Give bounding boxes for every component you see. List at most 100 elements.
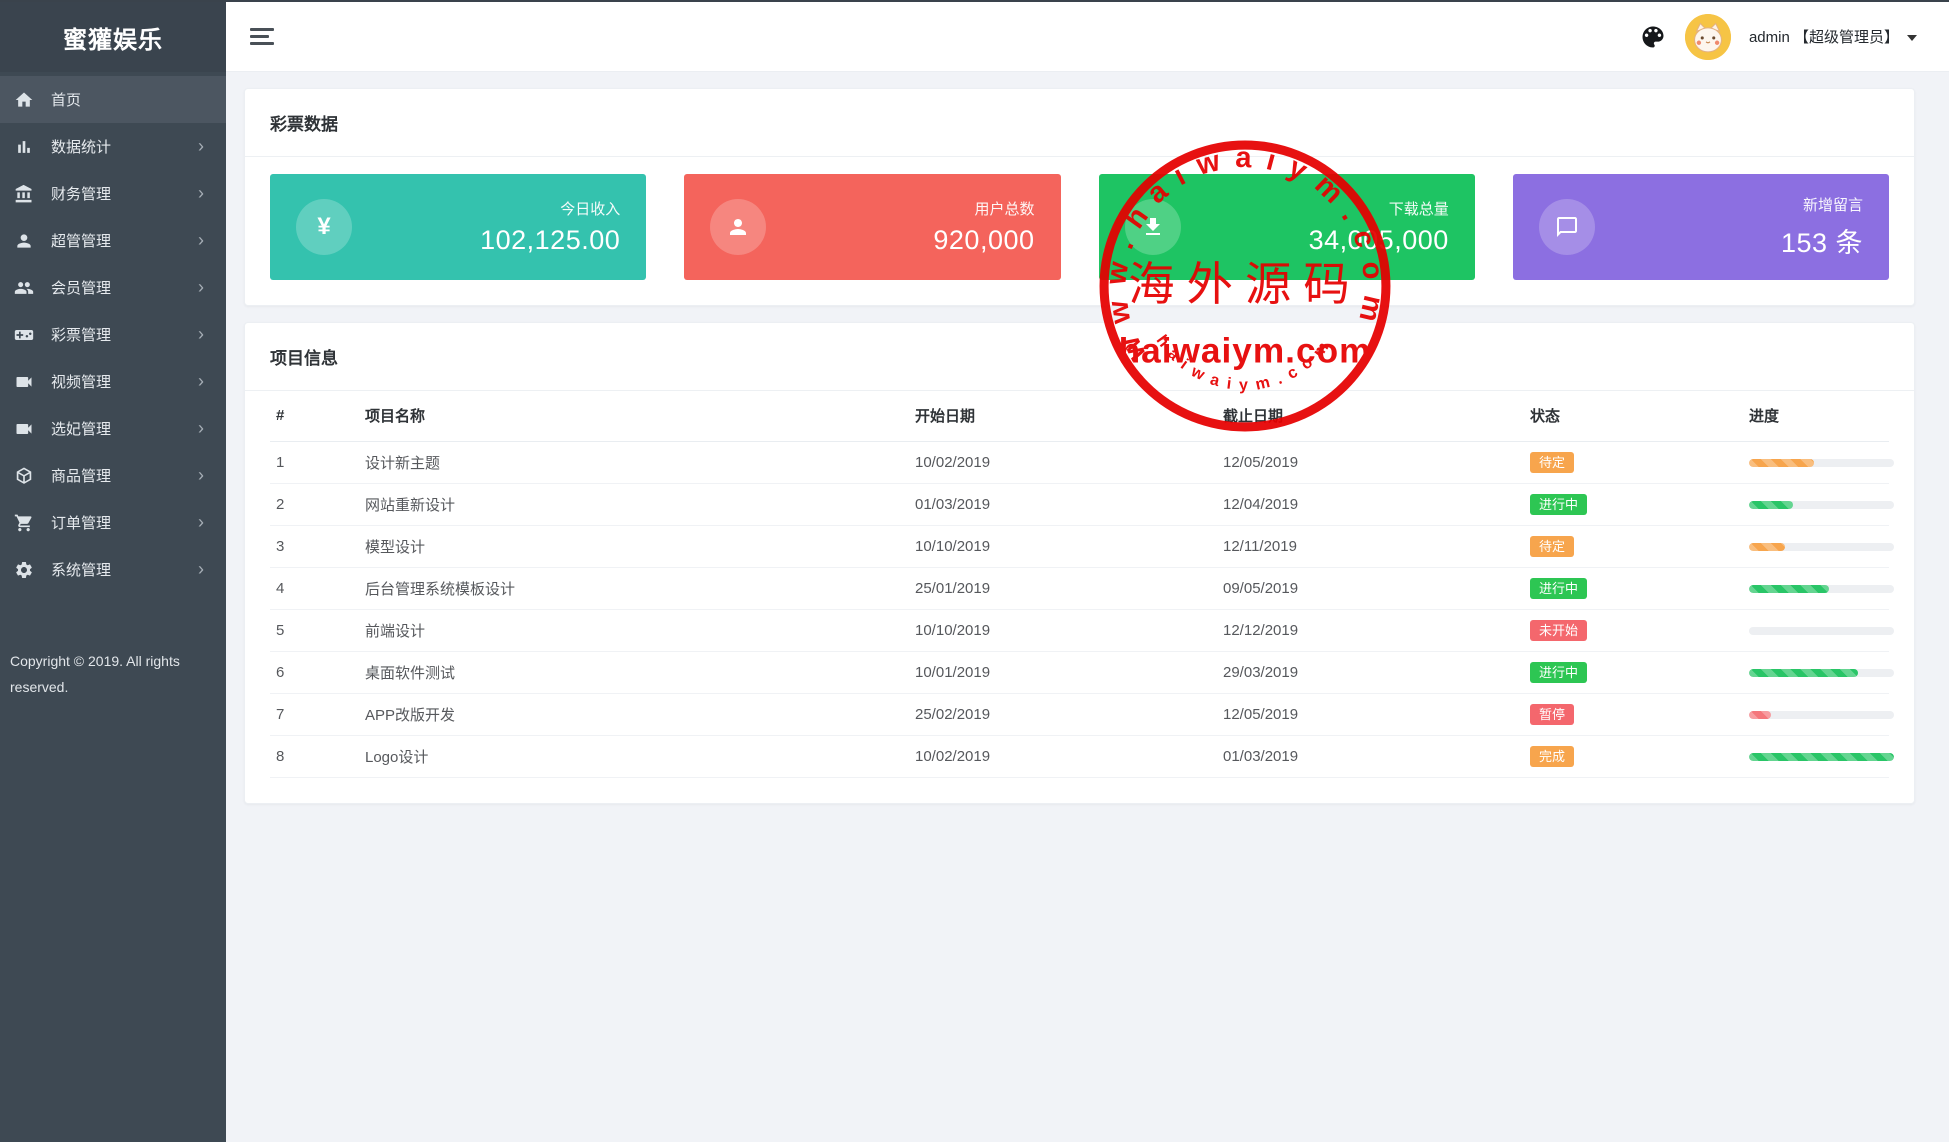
hamburger-menu-icon[interactable]	[250, 24, 276, 49]
sidebar-item-video[interactable]: 视频管理›	[0, 358, 226, 405]
sidebar-item-home[interactable]: 首页	[0, 76, 226, 123]
cell-status: 完成	[1530, 736, 1749, 778]
stat-card-text: 下载总量34,005,000	[1309, 198, 1449, 256]
cell-end: 12/11/2019	[1223, 526, 1530, 568]
table-header-row: #项目名称开始日期截止日期状态进度	[270, 391, 1889, 442]
column-header: #	[270, 391, 365, 442]
cell-name: 模型设计	[365, 526, 915, 568]
progress-bar	[1749, 459, 1814, 467]
cell-status: 进行中	[1530, 484, 1749, 526]
status-badge: 待定	[1530, 536, 1574, 557]
message-icon	[1555, 215, 1579, 239]
sidebar-item-orders[interactable]: 订单管理›	[0, 499, 226, 546]
sidebar-item-label: 系统管理	[51, 559, 198, 580]
progress-track	[1749, 753, 1894, 761]
theme-palette-icon[interactable]	[1639, 23, 1667, 51]
progress-track	[1749, 459, 1894, 467]
cell-name: 前端设计	[365, 610, 915, 652]
copyright-text: Copyright © 2019. All rights reserved.	[0, 648, 226, 700]
download-icon	[1141, 215, 1165, 239]
progress-bar	[1749, 501, 1793, 509]
cell-progress	[1749, 610, 1889, 652]
progress-track	[1749, 627, 1894, 635]
sidebar-item-label: 选妃管理	[51, 418, 198, 439]
sidebar-item-label: 超管管理	[51, 230, 198, 251]
cell-id: 3	[270, 526, 365, 568]
cell-name: Logo设计	[365, 736, 915, 778]
user-name: admin 【超级管理员】	[1749, 26, 1899, 47]
chevron-down-icon	[1907, 35, 1917, 41]
cell-id: 7	[270, 694, 365, 736]
sidebar-item-goods[interactable]: 商品管理›	[0, 452, 226, 499]
status-badge: 进行中	[1530, 578, 1587, 599]
progress-bar	[1749, 543, 1785, 551]
sidebar-item-label: 财务管理	[51, 183, 198, 204]
cube-icon	[14, 466, 34, 486]
cell-start: 10/01/2019	[915, 652, 1223, 694]
status-badge: 完成	[1530, 746, 1574, 767]
status-badge: 未开始	[1530, 620, 1587, 641]
stat-card-value: 34,005,000	[1309, 225, 1449, 256]
column-header: 开始日期	[915, 391, 1223, 442]
stat-card-3: 新增留言 153 条	[1513, 174, 1889, 280]
people-icon	[14, 278, 34, 298]
sidebar-item-lottery[interactable]: 彩票管理›	[0, 311, 226, 358]
bar-chart-icon	[14, 137, 34, 157]
sidebar-item-admins[interactable]: 超管管理›	[0, 217, 226, 264]
sidebar-item-label: 会员管理	[51, 277, 198, 298]
table-body: 1设计新主题10/02/201912/05/2019待定2网站重新设计01/03…	[270, 442, 1889, 778]
chevron-right-icon: ›	[198, 325, 204, 343]
video-icon	[14, 419, 34, 439]
gear-icon	[14, 560, 34, 580]
cell-id: 8	[270, 736, 365, 778]
top-bar: admin 【超级管理员】	[226, 2, 1949, 72]
chevron-right-icon: ›	[198, 184, 204, 202]
sidebar-item-finance[interactable]: 财务管理›	[0, 170, 226, 217]
chevron-right-icon: ›	[198, 278, 204, 296]
cell-progress	[1749, 652, 1889, 694]
cell-name: 网站重新设计	[365, 484, 915, 526]
cell-end: 09/05/2019	[1223, 568, 1530, 610]
cell-start: 01/03/2019	[915, 484, 1223, 526]
main-area: admin 【超级管理员】 彩票数据 ¥今日收入102,125.00用户总数92…	[226, 2, 1949, 1142]
cell-end: 12/04/2019	[1223, 484, 1530, 526]
cell-start: 25/02/2019	[915, 694, 1223, 736]
table-row: 5前端设计10/10/201912/12/2019未开始	[270, 610, 1889, 652]
column-header: 进度	[1749, 391, 1889, 442]
cell-end: 12/12/2019	[1223, 610, 1530, 652]
stat-card-value: 920,000	[933, 225, 1034, 256]
progress-bar	[1749, 711, 1771, 719]
sidebar-item-system[interactable]: 系统管理›	[0, 546, 226, 593]
chevron-right-icon: ›	[198, 372, 204, 390]
cell-status: 进行中	[1530, 652, 1749, 694]
stat-card-value: 102,125.00	[480, 225, 620, 256]
cell-end: 12/05/2019	[1223, 694, 1530, 736]
chevron-right-icon: ›	[198, 137, 204, 155]
stat-card-text: 今日收入102,125.00	[480, 198, 620, 256]
stat-card-label: 新增留言	[1781, 194, 1863, 215]
stat-cards: ¥今日收入102,125.00用户总数920,000下载总量34,005,000…	[270, 174, 1889, 280]
status-badge: 进行中	[1530, 494, 1587, 515]
table-row: 2网站重新设计01/03/201912/04/2019进行中	[270, 484, 1889, 526]
user-avatar[interactable]	[1685, 14, 1731, 60]
sidebar-item-xuanfei[interactable]: 选妃管理›	[0, 405, 226, 452]
sidebar-item-members[interactable]: 会员管理›	[0, 264, 226, 311]
cell-id: 6	[270, 652, 365, 694]
stat-card-value: 153 条	[1781, 221, 1863, 260]
cell-end: 29/03/2019	[1223, 652, 1530, 694]
cell-id: 2	[270, 484, 365, 526]
status-badge: 待定	[1530, 452, 1574, 473]
sidebar-item-stats[interactable]: 数据统计›	[0, 123, 226, 170]
topbar-right: admin 【超级管理员】	[1639, 14, 1917, 60]
cell-start: 25/01/2019	[915, 568, 1223, 610]
progress-track	[1749, 585, 1894, 593]
sidebar-item-label: 彩票管理	[51, 324, 198, 345]
user-dropdown[interactable]: admin 【超级管理员】	[1749, 26, 1917, 47]
cell-end: 12/05/2019	[1223, 442, 1530, 484]
table-row: 7APP改版开发25/02/201912/05/2019暂停	[270, 694, 1889, 736]
chevron-right-icon: ›	[198, 513, 204, 531]
cell-name: 设计新主题	[365, 442, 915, 484]
home-icon	[14, 90, 34, 110]
table-row: 3模型设计10/10/201912/11/2019待定	[270, 526, 1889, 568]
stat-card-icon-wrap: ¥	[296, 199, 352, 255]
